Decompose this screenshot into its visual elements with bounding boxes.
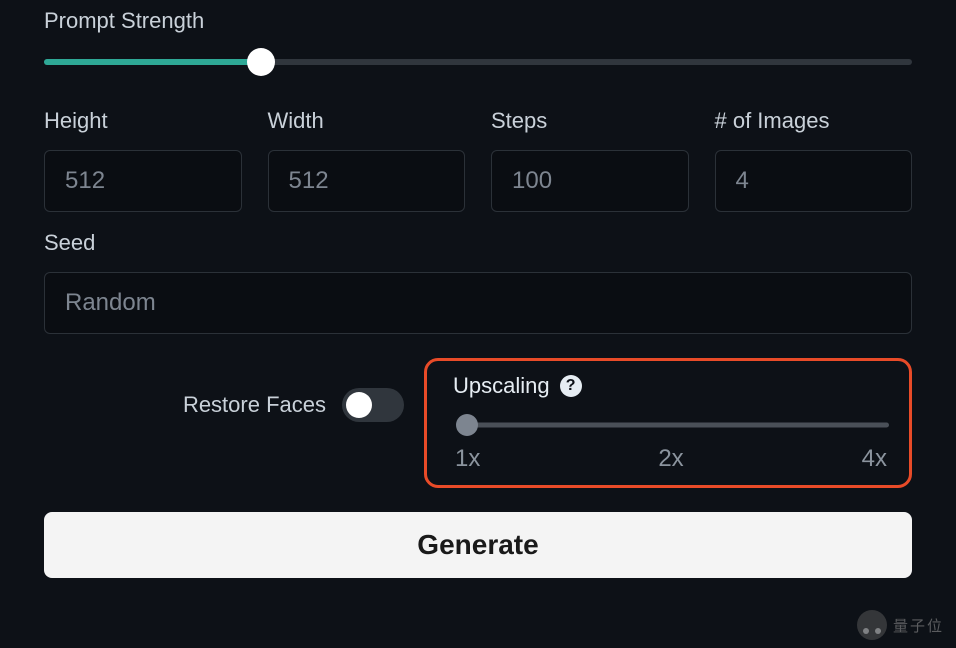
upscale-tick-2x: 2x xyxy=(658,445,683,473)
restore-faces-label: Restore Faces xyxy=(183,392,326,418)
upscale-track xyxy=(461,423,889,428)
seed-wrapper: Seed xyxy=(44,230,912,334)
watermark-icon xyxy=(857,610,887,640)
steps-input[interactable] xyxy=(491,150,689,212)
params-row: Height Width Steps # of Images xyxy=(44,108,912,212)
upscale-thumb[interactable] xyxy=(456,414,478,436)
upscaling-label: Upscaling xyxy=(453,373,550,399)
height-label: Height xyxy=(44,108,242,134)
seed-label: Seed xyxy=(44,230,912,256)
restore-faces-section: Restore Faces xyxy=(44,358,404,422)
prompt-strength-slider[interactable] xyxy=(44,50,912,74)
steps-col: Steps xyxy=(491,108,689,212)
height-col: Height xyxy=(44,108,242,212)
prompt-strength-label: Prompt Strength xyxy=(44,8,912,34)
width-label: Width xyxy=(268,108,466,134)
width-col: Width xyxy=(268,108,466,212)
upscale-tick-1x: 1x xyxy=(455,445,480,473)
upscaling-slider[interactable] xyxy=(453,415,889,435)
watermark: 量子位 xyxy=(857,610,944,640)
upscale-ticks: 1x 2x 4x xyxy=(453,445,889,473)
toggle-knob xyxy=(346,392,372,418)
num-images-col: # of Images xyxy=(715,108,913,212)
restore-faces-toggle[interactable] xyxy=(342,388,404,422)
watermark-text: 量子位 xyxy=(893,615,944,636)
seed-input[interactable] xyxy=(44,272,912,334)
num-images-label: # of Images xyxy=(715,108,913,134)
upscaling-header: Upscaling ? xyxy=(453,373,889,399)
slider-thumb[interactable] xyxy=(247,48,275,76)
num-images-input[interactable] xyxy=(715,150,913,212)
generate-button[interactable]: Generate xyxy=(44,512,912,578)
upscaling-section: Upscaling ? 1x 2x 4x xyxy=(424,358,912,488)
slider-fill xyxy=(44,59,261,65)
height-input[interactable] xyxy=(44,150,242,212)
help-icon[interactable]: ? xyxy=(560,375,582,397)
steps-label: Steps xyxy=(491,108,689,134)
options-row: Restore Faces Upscaling ? 1x 2x 4x xyxy=(44,358,912,488)
upscale-tick-4x: 4x xyxy=(862,445,887,473)
width-input[interactable] xyxy=(268,150,466,212)
